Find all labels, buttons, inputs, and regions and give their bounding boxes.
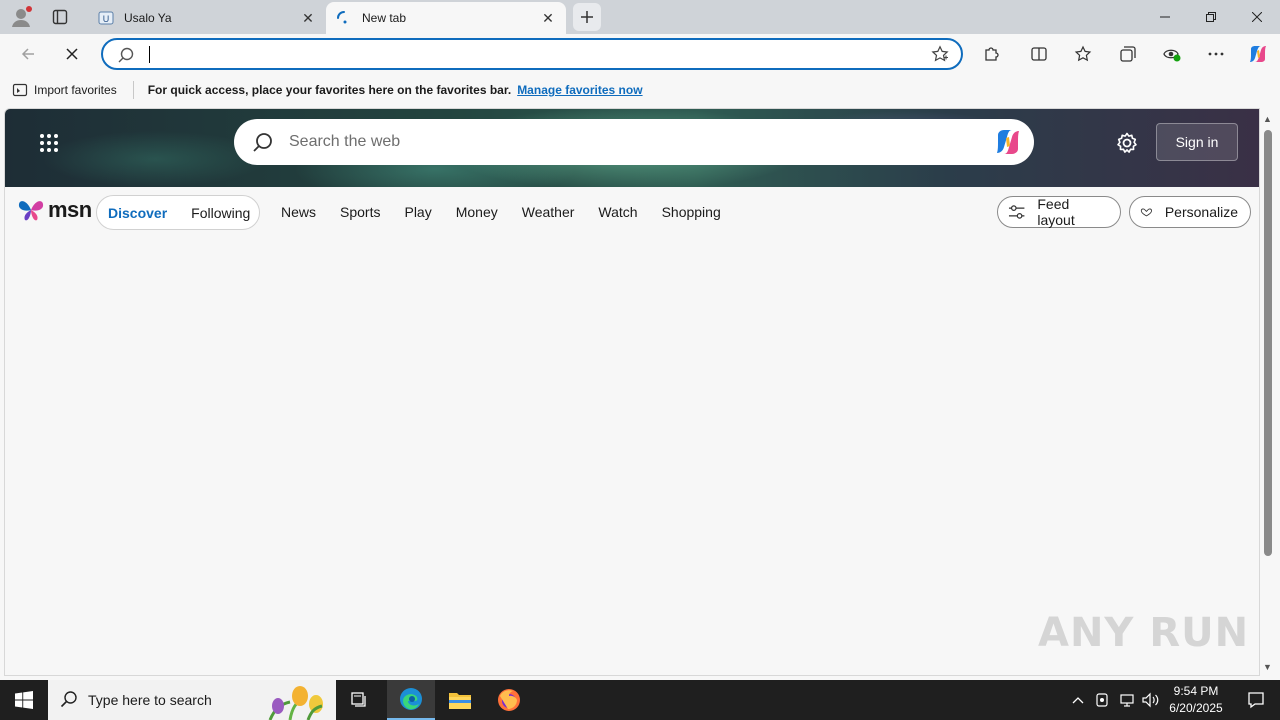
favorites-bar: Import favorites For quick access, place…	[0, 74, 1280, 106]
svg-text:U: U	[103, 14, 110, 24]
new-tab-button[interactable]	[573, 3, 601, 31]
windows-logo-icon	[15, 691, 33, 709]
title-bar: U Usalo Ya ✕ New tab ✕	[0, 0, 1280, 34]
text-caret	[149, 46, 150, 63]
favorites-icon[interactable]	[1069, 40, 1097, 68]
nav-play[interactable]: Play	[404, 204, 431, 220]
search-icon	[60, 690, 78, 711]
scrollbar-thumb[interactable]	[1264, 130, 1272, 556]
edge-taskbar-icon[interactable]	[387, 680, 435, 720]
taskbar-search-placeholder: Type here to search	[88, 692, 212, 708]
favorites-bar-message: For quick access, place your favorites h…	[147, 83, 512, 97]
import-favorites-label: Import favorites	[34, 83, 117, 97]
personalize-label: Personalize	[1164, 204, 1238, 220]
nav-shopping[interactable]: Shopping	[662, 204, 721, 220]
copilot-icon[interactable]	[992, 127, 1024, 157]
nav-weather[interactable]: Weather	[522, 204, 575, 220]
address-bar[interactable]	[101, 38, 963, 70]
msn-butterfly-icon	[18, 201, 44, 221]
tab-actions-icon[interactable]	[48, 5, 72, 29]
file-explorer-icon[interactable]	[436, 680, 484, 720]
network-icon[interactable]	[1117, 680, 1137, 720]
firefox-icon[interactable]	[485, 680, 533, 720]
scroll-up-arrow-icon[interactable]: ▲	[1263, 114, 1272, 124]
scroll-down-arrow-icon[interactable]: ▼	[1263, 662, 1272, 672]
feed-tabs: Discover Following	[96, 195, 260, 230]
search-placeholder: Search the web	[289, 133, 401, 150]
tab-discover[interactable]: Discover	[108, 205, 167, 221]
msn-logo[interactable]: msn	[17, 197, 92, 223]
taskbar-clock[interactable]: 9:54 PM 6/20/2025	[1160, 683, 1232, 717]
copilot-icon[interactable]	[1244, 40, 1272, 68]
sliders-icon	[1008, 205, 1025, 219]
usalo-favicon: U	[98, 10, 114, 26]
search-icon	[252, 132, 274, 157]
personalize-button[interactable]: Personalize	[1129, 196, 1251, 228]
taskbar-search-box[interactable]: Type here to search	[48, 680, 336, 720]
add-favorite-star-icon[interactable]	[931, 45, 949, 66]
hero-banner: Search the web Sign in	[5, 109, 1259, 187]
notifications-icon[interactable]	[1236, 680, 1276, 720]
import-icon	[12, 83, 28, 97]
category-nav: News Sports Play Money Weather Watch Sho…	[281, 204, 745, 220]
feed-layout-button[interactable]: Feed layout	[997, 196, 1121, 228]
browser-essentials-icon[interactable]	[1158, 40, 1186, 68]
nav-news[interactable]: News	[281, 204, 316, 220]
stop-loading-button[interactable]	[58, 40, 86, 68]
task-view-icon[interactable]	[336, 680, 384, 720]
browser-toolbar	[0, 34, 1280, 74]
restore-button[interactable]	[1188, 0, 1234, 34]
loading-spinner-icon	[336, 10, 352, 26]
feed-layout-label: Feed layout	[1037, 196, 1075, 228]
tab-title: Usalo Ya	[124, 11, 172, 25]
more-options-icon[interactable]	[1202, 40, 1230, 68]
tab-title: New tab	[362, 11, 407, 25]
sign-in-button[interactable]: Sign in	[1156, 123, 1238, 161]
settings-gear-icon[interactable]	[1115, 131, 1139, 155]
windows-taskbar: Type here to search 9:54 PM 6/20/2025	[0, 680, 1280, 720]
personalize-heart-icon	[1140, 208, 1152, 217]
meet-now-icon[interactable]	[1093, 680, 1113, 720]
msn-logo-text: msn	[48, 197, 92, 222]
tab-following[interactable]: Following	[191, 205, 250, 221]
extensions-icon[interactable]	[977, 40, 1005, 68]
clock-date: 6/20/2025	[1169, 701, 1223, 715]
app-launcher-icon[interactable]	[39, 133, 59, 153]
import-favorites-button[interactable]: Import favorites	[12, 82, 117, 98]
back-button[interactable]	[14, 40, 42, 68]
close-tab-icon[interactable]: ✕	[300, 10, 316, 26]
nav-watch[interactable]: Watch	[598, 204, 637, 220]
address-input[interactable]	[153, 44, 913, 64]
nav-sports[interactable]: Sports	[340, 204, 380, 220]
msn-page: Search the web Sign in msn Discover Foll…	[4, 108, 1260, 676]
divider	[132, 81, 134, 99]
watermark: ANY RUN	[1038, 610, 1250, 656]
close-tab-icon[interactable]: ✕	[540, 10, 556, 26]
volume-icon[interactable]	[1141, 680, 1161, 720]
tab-usalo-ya[interactable]: U Usalo Ya ✕	[88, 2, 326, 34]
page-scrollbar[interactable]: ▲ ▼	[1260, 108, 1276, 676]
minimize-button[interactable]	[1142, 0, 1188, 34]
start-button[interactable]	[0, 680, 48, 720]
tab-new-tab[interactable]: New tab ✕	[326, 2, 566, 34]
profile-avatar[interactable]	[9, 5, 33, 29]
msn-nav-row: msn Discover Following News Sports Play …	[5, 187, 1259, 237]
manage-favorites-link[interactable]: Manage favorites now	[517, 83, 642, 97]
show-hidden-icons-icon[interactable]	[1068, 680, 1088, 720]
flowers-illustration-icon	[260, 682, 332, 720]
split-screen-icon[interactable]	[1025, 40, 1053, 68]
search-icon	[117, 46, 135, 67]
clock-time: 9:54 PM	[1173, 684, 1219, 698]
nav-money[interactable]: Money	[456, 204, 498, 220]
web-search-box[interactable]: Search the web	[234, 119, 1034, 165]
collections-icon[interactable]	[1114, 40, 1142, 68]
close-window-button[interactable]	[1234, 0, 1280, 34]
